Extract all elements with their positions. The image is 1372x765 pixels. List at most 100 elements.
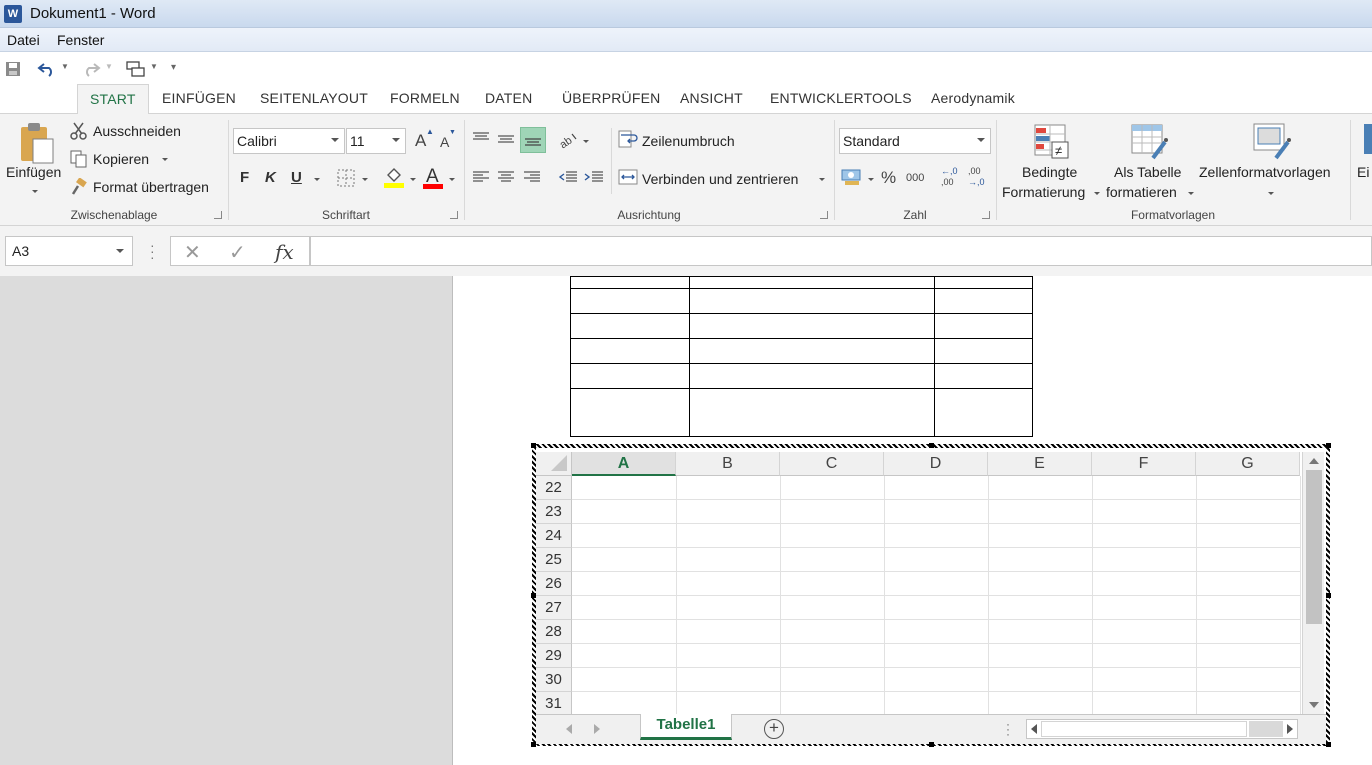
thousands-separator-button[interactable]: 000 <box>906 172 924 184</box>
select-all-corner[interactable] <box>536 452 572 476</box>
font-color-dropdown-icon[interactable] <box>449 178 455 181</box>
redo-button[interactable] <box>80 58 102 80</box>
row-header-22[interactable]: 22 <box>536 476 572 500</box>
paste-button[interactable] <box>14 120 56 166</box>
prev-sheet-icon[interactable] <box>566 724 572 734</box>
formula-input[interactable] <box>310 236 1372 266</box>
paste-label[interactable]: Einfügen <box>6 164 61 180</box>
number-format-select[interactable]: Standard <box>839 128 991 154</box>
increase-decimal-button[interactable]: ←,0 ,00 <box>941 166 963 190</box>
table-cell[interactable] <box>934 276 1033 289</box>
tab-entwicklertools[interactable]: ENTWICKLERTOOLS <box>770 90 912 106</box>
table-cell[interactable] <box>570 313 690 339</box>
confirm-entry-button[interactable]: ✓ <box>229 240 246 265</box>
word-table[interactable] <box>570 276 1033 437</box>
grid-row[interactable] <box>572 596 1300 620</box>
sheet-tab-tabelle1[interactable]: Tabelle1 <box>640 714 732 740</box>
format-as-table-label-1[interactable]: Als Tabelle <box>1114 164 1181 180</box>
align-left-icon[interactable] <box>471 168 491 186</box>
paste-dropdown-icon[interactable] <box>32 190 38 193</box>
table-cell[interactable] <box>570 363 690 389</box>
embedded-excel-object[interactable]: A B C D E F G 22 23 24 25 26 27 28 29 30… <box>531 443 1331 747</box>
grid-row[interactable] <box>572 476 1300 500</box>
save-button[interactable] <box>4 58 22 80</box>
tab-daten[interactable]: DATEN <box>485 90 532 106</box>
grid-row[interactable] <box>572 524 1300 548</box>
decrease-indent-icon[interactable] <box>557 168 579 186</box>
align-right-icon[interactable] <box>522 168 542 186</box>
grid-row[interactable] <box>572 620 1300 644</box>
clipboard-launcher-icon[interactable] <box>214 211 222 219</box>
table-cell[interactable] <box>934 288 1033 314</box>
border-button[interactable] <box>337 169 355 187</box>
resize-handle-top-left[interactable] <box>531 443 536 448</box>
fill-color-button[interactable] <box>384 166 404 188</box>
copy-button[interactable]: Kopieren <box>93 151 149 167</box>
grid-row[interactable] <box>572 644 1300 668</box>
format-as-table-label-2[interactable]: formatieren <box>1106 184 1177 200</box>
currency-dropdown-icon[interactable] <box>868 178 874 181</box>
wrap-text-button[interactable]: Zeilenumbruch <box>642 133 735 149</box>
window-layout-button[interactable] <box>124 58 148 80</box>
cell-styles-button[interactable]: Zellenformatvorlagen <box>1199 164 1331 180</box>
table-cell[interactable] <box>934 363 1033 389</box>
tab-ansicht[interactable]: ANSICHT <box>680 90 743 106</box>
decrease-decimal-button[interactable]: ,00 →,0 <box>968 166 990 190</box>
tab-formeln[interactable]: FORMELN <box>390 90 460 106</box>
horizontal-scroll-thumb[interactable] <box>1041 721 1247 737</box>
grid-row[interactable] <box>572 572 1300 596</box>
word-app-icon[interactable]: W <box>4 5 22 23</box>
font-size-select[interactable]: 11 <box>346 128 406 154</box>
tab-start[interactable]: START <box>77 84 149 115</box>
tab-aerodynamik[interactable]: Aerodynamik <box>931 90 1015 106</box>
row-header-27[interactable]: 27 <box>536 596 572 620</box>
orientation-dropdown-icon[interactable] <box>583 140 589 143</box>
table-cell[interactable] <box>689 276 935 289</box>
row-header-31[interactable]: 31 <box>536 692 572 716</box>
grid-row[interactable] <box>572 692 1300 716</box>
align-bottom-icon[interactable] <box>520 127 546 153</box>
row-header-28[interactable]: 28 <box>536 620 572 644</box>
row-header-30[interactable]: 30 <box>536 668 572 692</box>
menu-datei[interactable]: Datei <box>7 32 40 48</box>
tab-ueberpruefen[interactable]: ÜBERPRÜFEN <box>562 90 660 106</box>
row-header-24[interactable]: 24 <box>536 524 572 548</box>
undo-dropdown-icon[interactable]: ▼ <box>61 62 69 71</box>
more-options-icon[interactable]: · · · <box>150 238 155 264</box>
name-box[interactable]: A3 <box>5 236 133 266</box>
row-header-25[interactable]: 25 <box>536 548 572 572</box>
resize-handle-right[interactable] <box>1326 593 1331 598</box>
align-top-icon[interactable] <box>471 130 491 148</box>
add-sheet-button[interactable]: + <box>764 719 784 739</box>
scroll-right-icon[interactable] <box>1287 724 1293 734</box>
table-cell[interactable] <box>934 388 1033 437</box>
column-header-d[interactable]: D <box>884 452 988 476</box>
table-cell[interactable] <box>570 276 690 289</box>
format-painter-button[interactable]: Format übertragen <box>93 179 209 195</box>
underline-button[interactable]: U <box>291 169 302 186</box>
column-header-b[interactable]: B <box>676 452 780 476</box>
cut-button[interactable]: Ausschneiden <box>93 123 181 139</box>
menu-fenster[interactable]: Fenster <box>57 32 104 48</box>
increase-indent-icon[interactable] <box>583 168 605 186</box>
table-cell[interactable] <box>570 388 690 437</box>
currency-format-icon[interactable] <box>841 167 863 187</box>
font-name-select[interactable]: Calibri <box>233 128 345 154</box>
shrink-font-button[interactable]: A <box>440 134 449 150</box>
resize-handle-bottom[interactable] <box>929 742 934 747</box>
row-header-26[interactable]: 26 <box>536 572 572 596</box>
number-launcher-icon[interactable] <box>982 211 990 219</box>
bold-button[interactable]: F <box>240 169 249 186</box>
tab-seitenlayout[interactable]: SEITENLAYOUT <box>260 90 368 106</box>
table-cell[interactable] <box>689 338 935 364</box>
row-header-23[interactable]: 23 <box>536 500 572 524</box>
align-center-icon[interactable] <box>496 168 516 186</box>
layout-dropdown-icon[interactable]: ▼ <box>150 62 158 71</box>
tab-einfuegen[interactable]: EINFÜGEN <box>162 90 236 106</box>
next-sheet-icon[interactable] <box>594 724 600 734</box>
horizontal-scrollbar[interactable] <box>1026 719 1298 739</box>
fill-color-dropdown-icon[interactable] <box>410 178 416 181</box>
conditional-formatting-dropdown-icon[interactable] <box>1094 192 1100 195</box>
font-launcher-icon[interactable] <box>450 211 458 219</box>
format-as-table-dropdown-icon[interactable] <box>1188 192 1194 195</box>
